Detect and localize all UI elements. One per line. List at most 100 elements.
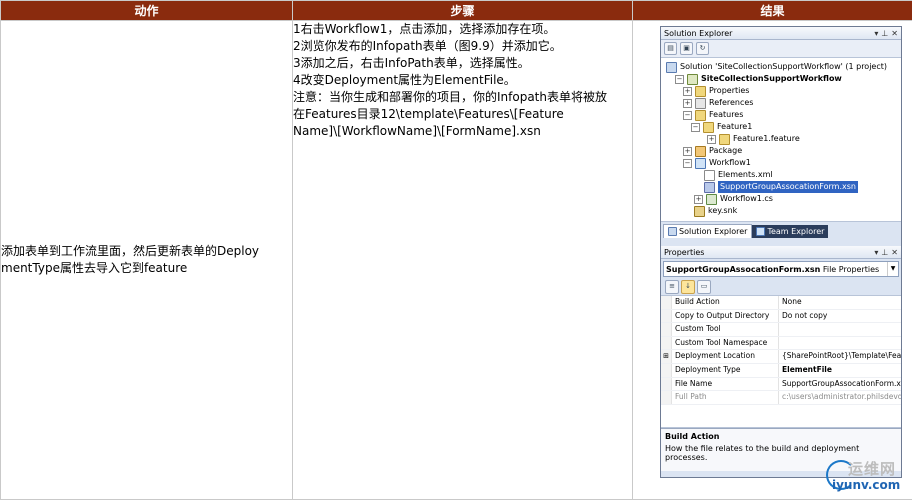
row-marker [661, 336, 672, 350]
explorer-tabs: Solution Explorer Team Explorer [661, 221, 901, 238]
solution-explorer-icon [668, 227, 677, 236]
property-pages-icon[interactable]: ▭ [697, 280, 711, 294]
property-key: Deployment Type [672, 363, 779, 377]
solution-icon [666, 61, 677, 73]
expand-icon[interactable]: + [683, 146, 692, 156]
tree-item-workflow1[interactable]: − Workflow1 [661, 157, 901, 169]
step-line: 3添加之后，右击InfoPath表单，选择属性。 [293, 56, 530, 70]
tab-solution-explorer[interactable]: Solution Explorer [663, 224, 753, 238]
tree-item-workflow1-cs[interactable]: + Workflow1.cs [661, 193, 901, 205]
watermark-url: iyunv.com [832, 478, 901, 492]
dropdown-icon[interactable]: ▾ [874, 29, 878, 38]
property-value[interactable]: None [779, 296, 901, 309]
close-icon[interactable]: ✕ [891, 248, 898, 257]
steps-cell: 1右击Workflow1，点击添加，选择添加存在项。 2浏览你发布的Infopa… [292, 20, 633, 500]
properties-icon[interactable]: ▤ [664, 42, 677, 55]
property-key: Build Action [672, 296, 779, 309]
property-key: Custom Tool Namespace [672, 336, 779, 350]
steps-table: 动作 步骤 结果 添加表单到工作流里面，然后更新表单的Deploy mentTy… [0, 0, 912, 500]
expand-icon[interactable]: + [707, 134, 716, 144]
property-key: Custom Tool [672, 323, 779, 336]
result-cell: Solution Explorer ▾ ⊥ ✕ ▤ ▣ ↻ Solution ' [632, 20, 912, 500]
header-steps: 步骤 [292, 0, 633, 21]
tree-item-label: Feature1.feature [733, 134, 800, 143]
show-all-files-icon[interactable]: ▣ [680, 42, 693, 55]
visual-studio-screenshot: Solution Explorer ▾ ⊥ ✕ ▤ ▣ ↻ Solution ' [660, 26, 902, 478]
refresh-icon[interactable]: ↻ [696, 42, 709, 55]
property-row[interactable]: Copy to Output Directory Do not copy [661, 309, 901, 324]
alphabetical-icon[interactable]: ↓ [681, 280, 695, 294]
expand-icon[interactable]: ⊞ [661, 350, 672, 363]
solution-explorer-title: Solution Explorer [664, 28, 733, 38]
tree-item-project[interactable]: − SiteCollectionSupportWorkflow [661, 73, 901, 85]
row-marker [661, 309, 672, 323]
dropdown-icon[interactable]: ▾ [874, 248, 878, 257]
tree-item-label: SiteCollectionSupportWorkflow [701, 74, 842, 83]
tree-item-features[interactable]: − Features [661, 109, 901, 121]
property-value[interactable]: ElementFile [779, 364, 901, 377]
categorized-icon[interactable]: ≡ [665, 280, 679, 294]
chevron-down-icon[interactable]: ▼ [887, 262, 898, 276]
key-icon [694, 205, 705, 217]
tree-item-key-snk[interactable]: key.snk [661, 205, 901, 217]
property-value: c:\users\administrator.philsdevdo [782, 392, 901, 402]
property-value[interactable] [779, 323, 901, 336]
property-row[interactable]: Build Action None [661, 296, 901, 310]
action-text-line1: 添加表单到工作流里面，然后更新表单的Deploy [1, 244, 260, 258]
tree-item-elements-xml[interactable]: Elements.xml [661, 169, 901, 181]
collapse-icon[interactable]: − [691, 122, 700, 132]
cs-file-icon [706, 193, 717, 205]
collapse-icon[interactable]: − [683, 110, 692, 120]
row-marker [661, 296, 672, 309]
action-cell: 添加表单到工作流里面，然后更新表单的Deploy mentType属性去导入它到… [0, 20, 293, 500]
solution-tree: Solution 'SiteCollectionSupportWorkflow'… [661, 58, 901, 221]
property-row[interactable]: Deployment Type ElementFile [661, 363, 901, 378]
references-icon [695, 97, 706, 109]
tree-item-references[interactable]: + References [661, 97, 901, 109]
property-row[interactable]: Custom Tool Namespace [661, 336, 901, 351]
property-value[interactable]: {SharePointRoot}\Template\Featu [779, 350, 901, 363]
pin-icon[interactable]: ⊥ [881, 29, 888, 38]
property-row[interactable]: ⊞ Deployment Location {SharePointRoot}\T… [661, 350, 901, 364]
watermark-cn: 运维网 [848, 460, 897, 478]
property-value[interactable]: Do not copy [779, 310, 901, 323]
properties-titlebar[interactable]: Properties ▾ ⊥ ✕ [661, 246, 901, 259]
tab-team-explorer[interactable]: Team Explorer [752, 225, 829, 238]
property-row[interactable]: Full Path c:\users\administrator.philsde… [661, 391, 901, 405]
tree-item-solution[interactable]: Solution 'SiteCollectionSupportWorkflow'… [661, 61, 901, 73]
tree-item-label: Features [709, 110, 744, 119]
tree-item-feature1[interactable]: − Feature1 [661, 121, 901, 133]
row-marker [661, 363, 672, 377]
property-row[interactable]: Custom Tool [661, 323, 901, 337]
description-title: Build Action [665, 431, 720, 441]
tree-item-package[interactable]: + Package [661, 145, 901, 157]
tree-item-feature1-feature[interactable]: + Feature1.feature [661, 133, 901, 145]
row-marker [661, 377, 672, 391]
property-key: Deployment Location [672, 350, 779, 363]
property-value[interactable] [779, 337, 901, 350]
object-selector[interactable]: SupportGroupAssocationForm.xsn File Prop… [663, 261, 899, 277]
collapse-icon[interactable]: − [675, 74, 684, 84]
tree-item-xsn-form[interactable]: SupportGroupAssocationForm.xsn [661, 181, 901, 193]
expand-icon[interactable]: + [683, 86, 692, 96]
tree-item-label: References [709, 98, 754, 107]
tree-item-label: Elements.xml [718, 170, 773, 179]
object-name: SupportGroupAssocationForm.xsn [666, 264, 821, 274]
tree-item-label: Solution 'SiteCollectionSupportWorkflow'… [680, 62, 888, 71]
watermark-logo: 运维网 iyunv.com [822, 456, 910, 498]
expand-icon[interactable]: + [683, 98, 692, 108]
step-line: 2浏览你发布的Infopath表单（图9.9）并添加它。 [293, 39, 562, 53]
action-text-line2: mentType属性去导入它到feature [1, 261, 188, 275]
step-note-line: 注意：当你生成和部署你的项目，你的Infopath表单将被放 [293, 90, 607, 104]
tree-item-label: Feature1 [717, 122, 753, 131]
folder-icon [695, 85, 706, 97]
expand-icon[interactable]: + [694, 194, 703, 204]
collapse-icon[interactable]: − [683, 158, 692, 168]
property-row[interactable]: File Name SupportGroupAssocationForm.xsn [661, 377, 901, 392]
properties-title: Properties [664, 247, 705, 257]
close-icon[interactable]: ✕ [891, 29, 898, 38]
pin-icon[interactable]: ⊥ [881, 248, 888, 257]
property-value[interactable]: SupportGroupAssocationForm.xsn [779, 378, 901, 391]
solution-explorer-titlebar[interactable]: Solution Explorer ▾ ⊥ ✕ [661, 27, 901, 40]
tree-item-properties[interactable]: + Properties [661, 85, 901, 97]
